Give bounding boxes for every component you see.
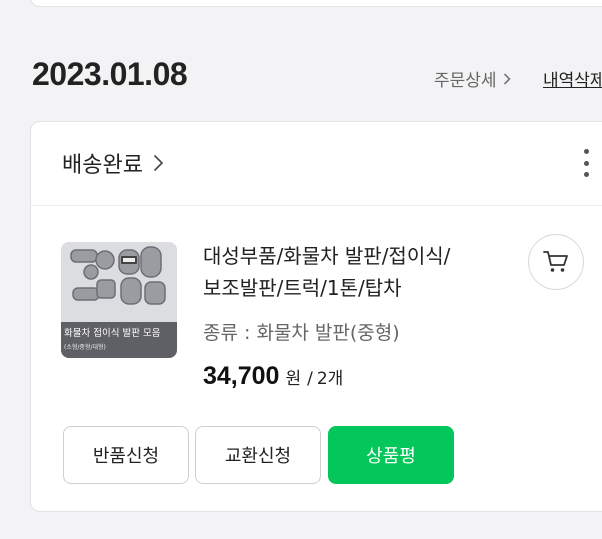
thumbnail-caption: 화물차 접이식 발판 모음 (소형/중형/대형) <box>61 322 177 358</box>
more-vertical-icon[interactable] <box>579 149 593 177</box>
order-detail-link[interactable]: 주문상세 <box>434 66 511 91</box>
cart-icon <box>543 251 568 272</box>
price-currency: 원 <box>285 369 302 389</box>
thumbnail-caption-text: 화물차 접이식 발판 모음 <box>64 328 161 339</box>
product-option: 종류 : 화물차 발판(중형) <box>203 322 400 344</box>
exchange-request-button[interactable]: 교환신청 <box>195 426 321 484</box>
previous-order-card <box>30 0 602 7</box>
product-price: 34,700 <box>203 362 280 390</box>
price-separator: / <box>307 369 313 389</box>
thumbnail-subcaption-text: (소형/중형/대형) <box>64 344 106 351</box>
order-card: 배송완료 화물차 접이식 발판 모음 (소형/중형/대형) 대성부품/화물차 발… <box>30 121 602 512</box>
product-name[interactable]: 대성부품/화물차 발판/접이식/보조발판/트럭/1톤/탑차 <box>203 240 503 304</box>
order-detail-label: 주문상세 <box>434 71 497 91</box>
chevron-right-icon <box>503 72 511 85</box>
product-thumbnail[interactable]: 화물차 접이식 발판 모음 (소형/중형/대형) <box>61 242 177 358</box>
delivery-status-link[interactable]: 배송완료 <box>62 147 164 179</box>
return-request-button[interactable]: 반품신청 <box>63 426 189 484</box>
delivery-status-row: 배송완료 <box>31 122 602 206</box>
delete-history-link[interactable]: 내역삭제 <box>543 66 602 91</box>
chevron-right-icon <box>153 154 164 172</box>
order-date: 2023.01.08 <box>32 56 188 92</box>
price-row: 34,700 원 / 2개 <box>203 362 343 391</box>
product-review-button[interactable]: 상품평 <box>328 426 454 484</box>
delivery-status-label: 배송완료 <box>62 153 143 178</box>
product-quantity: 2개 <box>316 369 344 389</box>
add-to-cart-button[interactable] <box>528 234 584 290</box>
